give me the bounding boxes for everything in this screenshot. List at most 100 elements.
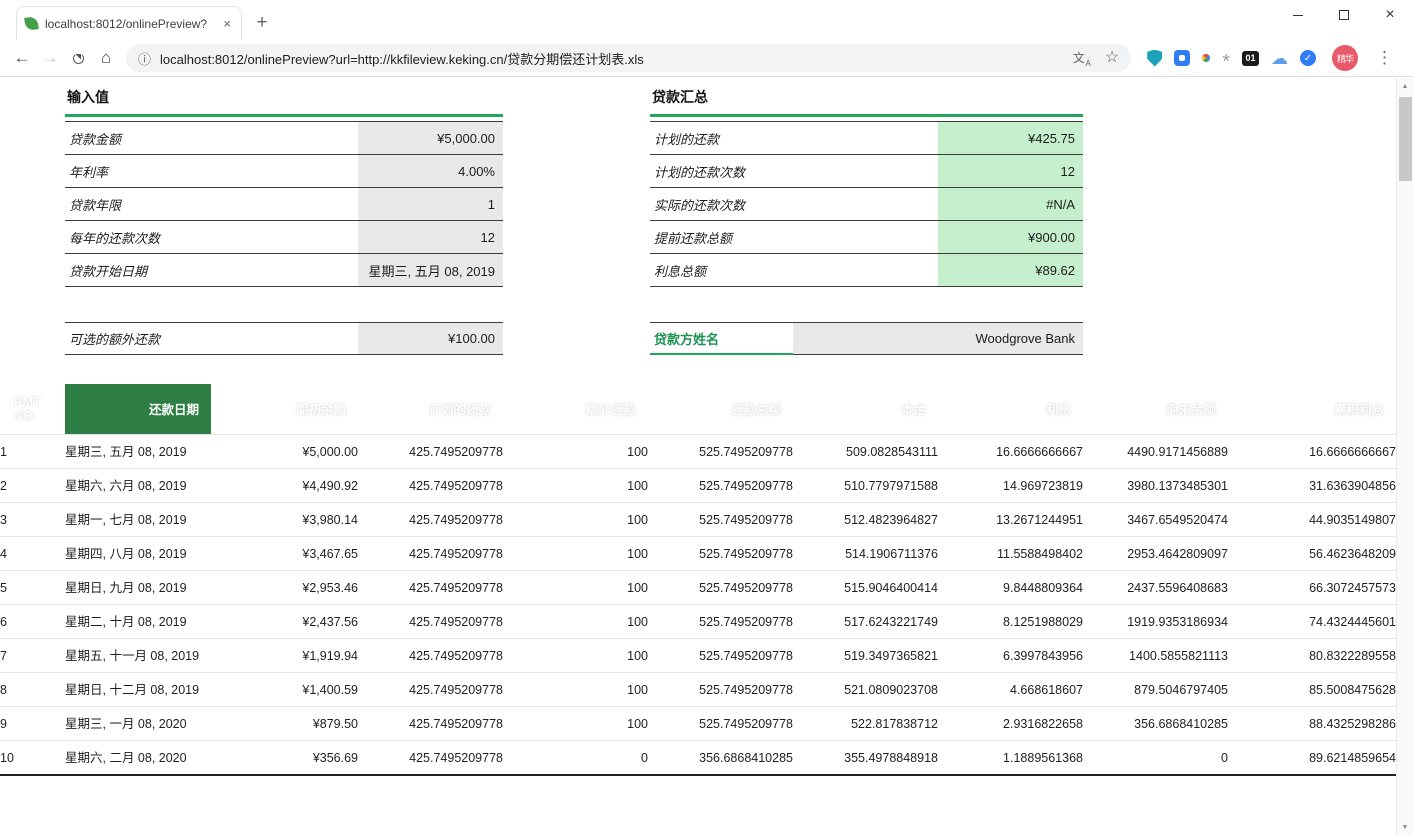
cell-interest: 6.3997843956 [938, 638, 1083, 672]
cell-total-payment: 356.6868410285 [648, 740, 793, 775]
cell-pmt-no: 9 [0, 706, 65, 740]
cell-pmt-no: 10 [0, 740, 65, 775]
scroll-up-icon[interactable]: ▲ [1397, 78, 1413, 95]
cell-principal: 512.4823964827 [793, 502, 938, 536]
cell-cumulative-interest: 85.5008475628 [1228, 672, 1396, 706]
summary-value: ¥425.75 [938, 122, 1083, 154]
schedule-header-cell: PMT NO [0, 384, 65, 434]
schedule-row: 8 星期日, 十二月 08, 2019 ¥1,400.59 425.749520… [0, 672, 1396, 706]
cell-begin-balance: ¥5,000.00 [211, 434, 358, 468]
badge-extension-icon[interactable]: 01 [1242, 51, 1259, 66]
input-row: 贷款开始日期 星期三, 五月 08, 2019 [65, 254, 503, 287]
home-icon: ⌂ [101, 48, 111, 68]
cell-extra-payment: 100 [503, 502, 648, 536]
reload-icon [73, 53, 84, 64]
cell-scheduled-payment: 425.7495209778 [358, 706, 503, 740]
summary-label: 计划的还款 [650, 122, 938, 154]
input-section-title: 输入值 [65, 84, 503, 117]
cell-extra-payment: 100 [503, 468, 648, 502]
cell-pmt-no: 2 [0, 468, 65, 502]
cell-scheduled-payment: 425.7495209778 [358, 604, 503, 638]
schedule-header-cell: 期初余额 [211, 384, 358, 434]
home-button[interactable]: ⌂ [92, 44, 120, 72]
summary-value: ¥900.00 [938, 221, 1083, 253]
cell-extra-payment: 100 [503, 672, 648, 706]
cloud-extension-icon[interactable]: ☁ [1271, 50, 1288, 67]
lender-value: Woodgrove Bank [793, 323, 1083, 355]
cell-scheduled-payment: 425.7495209778 [358, 740, 503, 775]
cell-date: 星期三, 一月 08, 2020 [65, 706, 211, 740]
cell-total-payment: 525.7495209778 [648, 570, 793, 604]
browser-tab[interactable]: localhost:8012/onlinePreview? × [16, 6, 242, 40]
cell-scheduled-payment: 425.7495209778 [358, 468, 503, 502]
cell-scheduled-payment: 425.7495209778 [358, 570, 503, 604]
scroll-down-icon[interactable]: ▼ [1397, 819, 1413, 836]
cell-extra-payment: 100 [503, 434, 648, 468]
amortization-table: PMT NO还款日期期初余额计划的还款额外还款还款总额本金利息期末余额累积利息 … [0, 384, 1396, 776]
lender-row: 贷款方姓名 Woodgrove Bank [650, 322, 1083, 355]
cell-pmt-no: 3 [0, 502, 65, 536]
cell-begin-balance: ¥879.50 [211, 706, 358, 740]
cell-principal: 514.1906711376 [793, 536, 938, 570]
cell-scheduled-payment: 425.7495209778 [358, 672, 503, 706]
cell-date: 星期日, 十二月 08, 2019 [65, 672, 211, 706]
extension-icons: * 01 ☁ ✓ 精华 ⋮ [1137, 45, 1405, 71]
blue-extension-icon[interactable] [1174, 50, 1190, 66]
minimize-icon [1293, 15, 1303, 16]
ring-extension-icon[interactable] [1202, 54, 1210, 62]
cell-date: 星期一, 七月 08, 2019 [65, 502, 211, 536]
lender-label: 贷款方姓名 [650, 323, 793, 355]
close-window-button[interactable]: × [1367, 0, 1413, 30]
browser-menu-icon[interactable]: ⋮ [1370, 48, 1399, 68]
back-button[interactable]: ← [8, 44, 36, 72]
cell-extra-payment: 100 [503, 536, 648, 570]
input-label: 年利率 [65, 155, 358, 187]
cell-extra-payment: 100 [503, 570, 648, 604]
bookmark-star-icon[interactable]: ☆ [1105, 50, 1119, 66]
tab-close-icon[interactable]: × [221, 16, 233, 31]
input-label: 每年的还款次数 [65, 221, 358, 253]
input-section: 输入值 贷款金额 ¥5,000.00 年利率 4.00% 贷款年限 [65, 84, 503, 355]
maximize-button[interactable] [1321, 0, 1367, 30]
new-tab-button[interactable]: + [248, 9, 276, 37]
cell-principal: 515.9046400414 [793, 570, 938, 604]
input-label: 贷款开始日期 [65, 254, 358, 286]
vertical-scrollbar[interactable]: ▲ ▼ [1396, 78, 1413, 836]
schedule-row: 4 星期四, 八月 08, 2019 ¥3,467.65 425.7495209… [0, 536, 1396, 570]
minimize-button[interactable] [1275, 0, 1321, 30]
summary-section: 贷款汇总 计划的还款 ¥425.75 计划的还款次数 12 实际的还款次数 [650, 84, 1083, 355]
summary-value: ¥89.62 [938, 254, 1083, 286]
cell-total-payment: 525.7495209778 [648, 672, 793, 706]
scrollbar-thumb[interactable] [1399, 97, 1412, 181]
preview-content: 输入值 贷款金额 ¥5,000.00 年利率 4.00% 贷款年限 [0, 78, 1396, 836]
forward-button[interactable]: → [36, 44, 64, 72]
address-bar[interactable]: ⓘ localhost:8012/onlinePreview?url=http:… [126, 44, 1131, 72]
gray-extension-icon[interactable]: * [1222, 57, 1230, 67]
cell-interest: 11.5588498402 [938, 536, 1083, 570]
cell-begin-balance: ¥3,980.14 [211, 502, 358, 536]
cell-end-balance: 0 [1083, 740, 1228, 775]
check-extension-icon[interactable]: ✓ [1300, 50, 1316, 66]
input-row: 贷款年限 1 [65, 188, 503, 221]
schedule-row: 2 星期六, 六月 08, 2019 ¥4,490.92 425.7495209… [0, 468, 1396, 502]
close-window-icon: × [1385, 7, 1394, 23]
cell-pmt-no: 1 [0, 434, 65, 468]
cell-extra-payment: 100 [503, 706, 648, 740]
cell-total-payment: 525.7495209778 [648, 434, 793, 468]
cell-pmt-no: 8 [0, 672, 65, 706]
schedule-header-cell: 还款总额 [648, 384, 793, 434]
shield-extension-icon[interactable] [1147, 50, 1162, 67]
reload-button[interactable] [64, 44, 92, 72]
cell-principal: 521.0809023708 [793, 672, 938, 706]
page-info-icon[interactable]: ⓘ [138, 49, 151, 68]
cell-pmt-no: 6 [0, 604, 65, 638]
cell-interest: 13.2671244951 [938, 502, 1083, 536]
cell-interest: 2.9316822658 [938, 706, 1083, 740]
url-text[interactable]: localhost:8012/onlinePreview?url=http://… [160, 49, 1063, 68]
translate-icon[interactable]: 文 A [1073, 49, 1091, 67]
schedule-row: 1 星期三, 五月 08, 2019 ¥5,000.00 425.7495209… [0, 434, 1396, 468]
profile-avatar[interactable]: 精华 [1332, 45, 1358, 71]
cell-end-balance: 1919.9353186934 [1083, 604, 1228, 638]
summary-label: 计划的还款次数 [650, 155, 938, 187]
input-value: 4.00% [358, 155, 503, 187]
